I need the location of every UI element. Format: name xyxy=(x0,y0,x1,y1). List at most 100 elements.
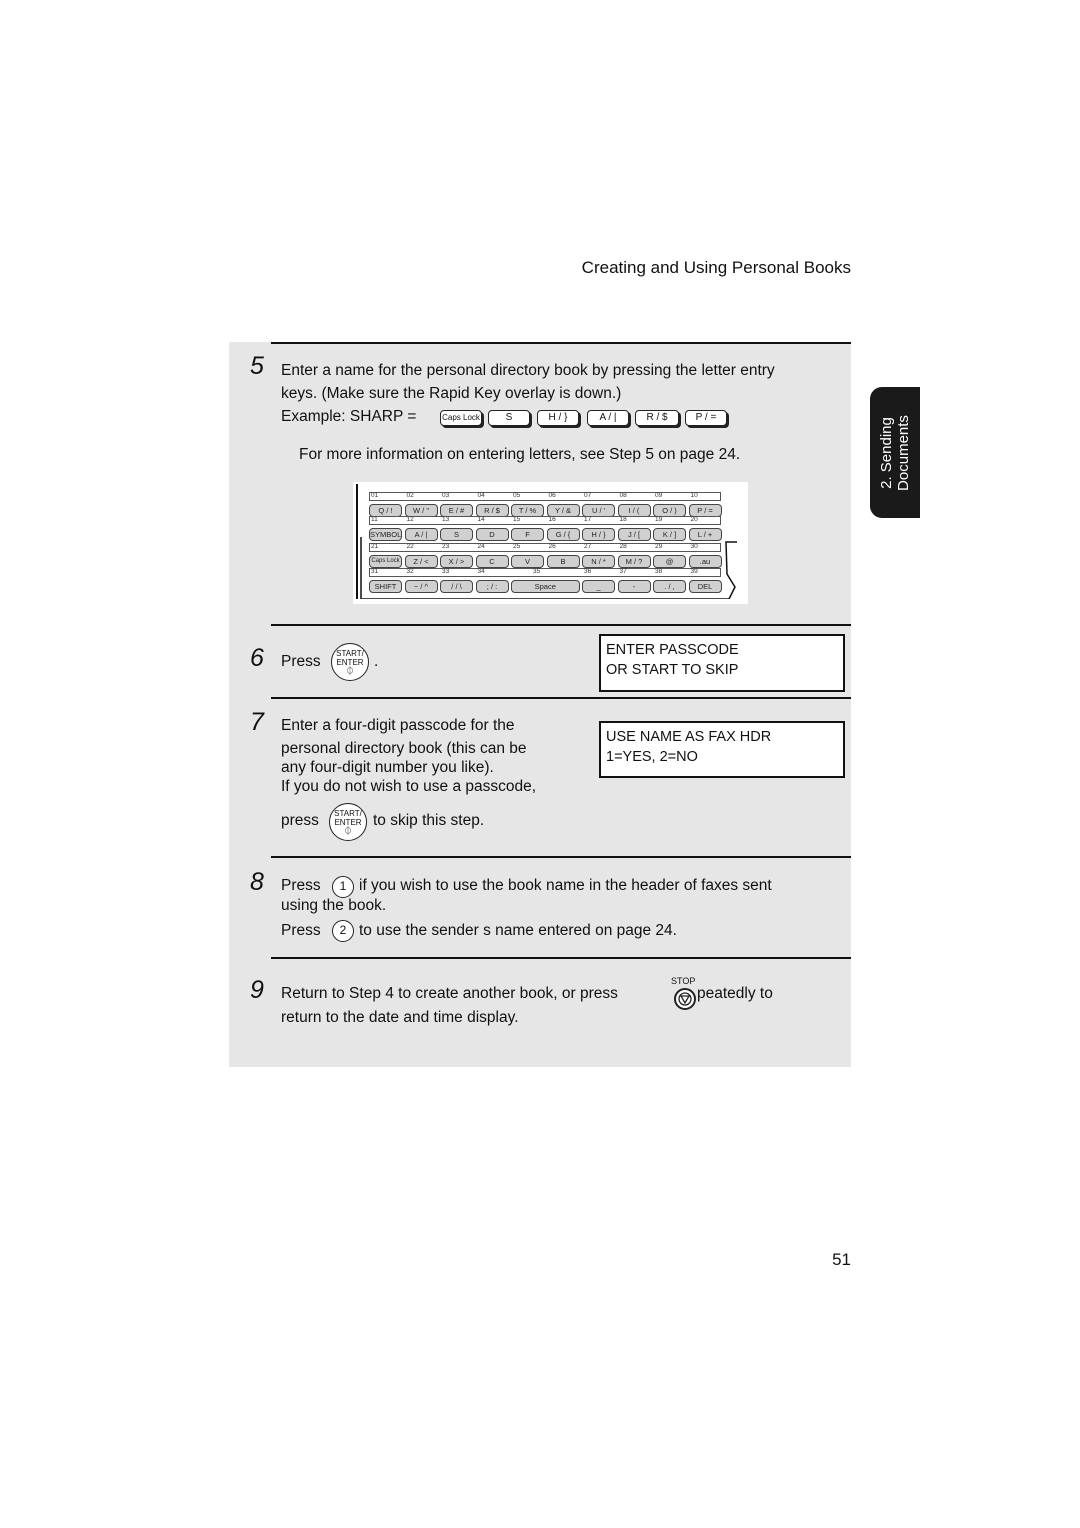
page-number: 51 xyxy=(832,1250,851,1269)
start-symbol-icon: ⏀ xyxy=(345,666,355,676)
key-number-strip xyxy=(369,568,721,577)
overlay-key: J / [ xyxy=(617,528,651,541)
key-number: 27 xyxy=(584,543,592,550)
r-key: R / $ xyxy=(635,410,679,426)
key-number: 38 xyxy=(655,568,663,575)
overlay-key: _ xyxy=(582,580,615,593)
key-number: 25 xyxy=(513,543,521,550)
start-symbol-icon: ⏀ xyxy=(343,826,353,836)
key-number: 26 xyxy=(548,543,556,550)
key-number: 13 xyxy=(442,516,450,523)
key-number: 21 xyxy=(371,543,379,550)
key-number: 33 xyxy=(442,568,450,575)
key-number: 37 xyxy=(619,568,627,575)
running-header: Creating and Using Personal Books xyxy=(581,258,851,277)
key-number: 23 xyxy=(442,543,450,550)
key-number: 10 xyxy=(690,492,698,499)
overlay-key: K / ] xyxy=(653,528,686,541)
s-key: S xyxy=(488,410,530,426)
key-number: 32 xyxy=(406,568,414,575)
key-number-strip xyxy=(369,516,721,525)
caps-lock-key: Caps Lock xyxy=(440,410,482,426)
step5-note: For more information on entering letters… xyxy=(299,446,741,463)
overlay-key: M / ? xyxy=(617,555,651,568)
overlay-key: Space xyxy=(511,580,580,593)
lcd-display: ENTER PASSCODE OR START TO SKIP xyxy=(599,634,845,692)
key-number: 08 xyxy=(619,492,627,499)
key-number: 22 xyxy=(406,543,414,550)
a-key: A / | xyxy=(587,410,629,426)
step-number: 5 xyxy=(250,352,264,380)
key-number: 36 xyxy=(584,568,592,575)
p-key: P / = xyxy=(685,410,727,426)
overlay-key: A / | xyxy=(404,528,438,541)
step-number: 9 xyxy=(250,976,264,1004)
divider xyxy=(271,957,851,959)
stop-label: STOP xyxy=(671,976,696,986)
key-number: 09 xyxy=(655,492,663,499)
overlay-key: ~ / ^ xyxy=(404,580,438,593)
key-number-strip xyxy=(369,492,721,501)
key-number: 29 xyxy=(655,543,663,550)
divider xyxy=(271,856,851,858)
key-number: 03 xyxy=(442,492,450,499)
key-number: 14 xyxy=(477,516,485,523)
key-number: 18 xyxy=(619,516,627,523)
key-number: 16 xyxy=(548,516,556,523)
chapter-tab-label: 2. Sending Documents xyxy=(878,414,912,491)
key-number: 04 xyxy=(477,492,485,499)
start-enter-button-icon: START/ ENTER ⏀ xyxy=(331,643,369,681)
key-number: 30 xyxy=(690,543,698,550)
overlay-key: SYMBOL xyxy=(369,528,402,541)
stop-button-icon xyxy=(674,988,696,1010)
overlay-key: ; / : xyxy=(475,580,509,593)
start-enter-button-icon: START/ ENTER ⏀ xyxy=(329,803,367,841)
step5-line2: keys. (Make sure the Rapid Key overlay i… xyxy=(281,385,622,402)
overlay-key: .au xyxy=(688,555,722,568)
overlay-key: B xyxy=(546,555,580,568)
overlay-key: - xyxy=(617,580,651,593)
overlay-key: @ xyxy=(653,555,686,568)
overlay-key: G / { xyxy=(546,528,580,541)
key-number: 01 xyxy=(371,492,379,499)
example-label: Example: SHARP = xyxy=(281,408,417,425)
step5-line1: Enter a name for the personal directory … xyxy=(281,362,775,379)
step-number: 7 xyxy=(250,708,264,736)
overlay-key: C xyxy=(475,555,509,568)
overlay-key: SHIFT xyxy=(369,580,402,593)
overlay-key: D xyxy=(475,528,509,541)
divider xyxy=(271,697,851,699)
overlay-key: Caps Lock xyxy=(369,555,402,568)
key-number: 17 xyxy=(584,516,592,523)
lcd-display: USE NAME AS FAX HDR 1=YES, 2=NO xyxy=(599,721,845,778)
keyboard-overlay: 01 Q / ! 02 W / " 03 E / #04 R / $05 T / % 06 Y /… xyxy=(353,482,748,604)
divider xyxy=(271,342,851,344)
overlay-key: / / \ xyxy=(440,580,473,593)
chapter-tab: 2. Sending Documents xyxy=(870,387,920,518)
key-number: 24 xyxy=(477,543,485,550)
overlay-key: DEL xyxy=(688,580,722,593)
overlay-key: N / * xyxy=(582,555,615,568)
overlay-key: . / , xyxy=(653,580,686,593)
key-number: 02 xyxy=(406,492,414,499)
overlay-key: Z / < xyxy=(404,555,438,568)
key-number: 31 xyxy=(371,568,379,575)
step-number: 6 xyxy=(250,644,264,672)
overlay-key: V xyxy=(511,555,544,568)
divider xyxy=(271,624,851,626)
overlay-key: L / + xyxy=(688,528,722,541)
key-number: 35 xyxy=(533,568,541,575)
key-number: 05 xyxy=(513,492,521,499)
overlay-key: S xyxy=(440,528,473,541)
key-number: 12 xyxy=(406,516,414,523)
overlay-key: F xyxy=(511,528,544,541)
key-1-icon: 1 xyxy=(332,876,354,898)
key-number-strip xyxy=(369,543,721,552)
press-label: Press xyxy=(281,653,321,670)
key-2-icon: 2 xyxy=(332,920,354,942)
key-number: 19 xyxy=(655,516,663,523)
key-number: 28 xyxy=(619,543,627,550)
overlay-key: H / } xyxy=(582,528,615,541)
key-number: 34 xyxy=(477,568,485,575)
key-number: 06 xyxy=(548,492,556,499)
